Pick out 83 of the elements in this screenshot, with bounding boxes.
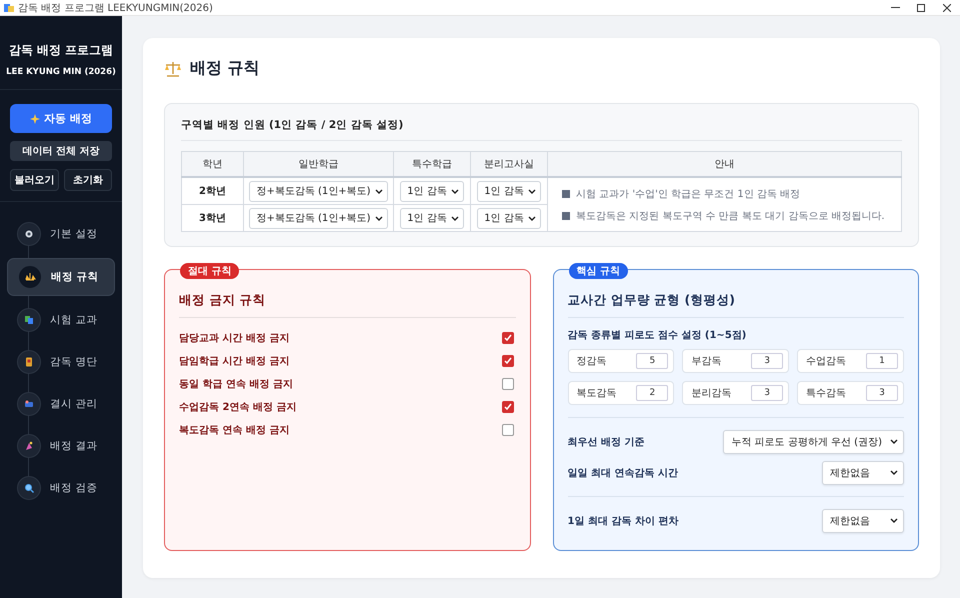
score-field[interactable]: 3	[751, 353, 784, 369]
fatigue-name: 수업감독	[806, 355, 846, 368]
nav-icon	[22, 313, 36, 327]
bullet-icon	[562, 212, 570, 220]
app-subtitle: LEE KYUNG MIN (2026)	[5, 67, 117, 77]
chevron-down-icon	[450, 188, 459, 194]
grade-cell: 2학년	[182, 177, 244, 204]
column-header: 안내	[548, 152, 902, 177]
rule-badge: 절대 규칙	[180, 263, 240, 279]
rule-label: 수업감독 2연속 배정 금지	[179, 400, 296, 414]
special-class-select[interactable]: 1인 감독	[400, 180, 464, 202]
setting-select[interactable]: 누적 피로도 공평하게 우선 (권장)	[723, 430, 904, 454]
score-field[interactable]: 1	[866, 353, 898, 369]
nav-item[interactable]: 배정 결과	[7, 428, 115, 464]
checkbox[interactable]	[502, 332, 514, 344]
fatigue-name: 특수감독	[806, 387, 846, 400]
maximize-icon[interactable]	[917, 4, 925, 12]
separate-room-select[interactable]: 1인 감독	[477, 180, 541, 202]
fatigue-name: 복도감독	[576, 387, 616, 400]
setting-select[interactable]: 제한없음	[822, 508, 904, 532]
nav-item[interactable]: 결시 관리	[7, 386, 115, 422]
general-class-select[interactable]: 정+복도감독 (1인+복도)	[249, 208, 388, 228]
score-field[interactable]: 2	[636, 385, 668, 401]
setting-select[interactable]: 제한없음	[822, 460, 904, 484]
rule-label: 복도감독 연속 배정 금지	[179, 424, 290, 436]
panel-title: 교사간 업무량 균형 (형평성)	[568, 292, 904, 318]
sparkle-icon	[30, 114, 40, 124]
column-header: 분리고사실	[470, 152, 548, 177]
rule-label: 담임학급 시간 배정 금지	[179, 354, 290, 368]
score-field[interactable]: 3	[751, 385, 784, 401]
nav-item[interactable]: 시험 교과	[7, 302, 115, 338]
separate-room-select[interactable]: 1인 감독	[477, 208, 541, 228]
minimize-icon[interactable]	[890, 7, 900, 8]
checkbox[interactable]	[502, 378, 514, 390]
section-title: 구역별 배정 인원 (1인 감독 / 2인 감독 설정)	[181, 118, 902, 141]
checkbox[interactable]	[502, 400, 514, 412]
setting-label: 1일 최대 감독 차이 편차	[568, 514, 678, 528]
chevron-down-icon	[890, 518, 898, 523]
window-title: 감독 배정 프로그램 LEEKYUNGMIN(2026)	[18, 2, 214, 14]
grade-cell: 3학년	[182, 204, 244, 232]
chevron-down-icon	[528, 188, 536, 194]
scales-icon	[164, 60, 182, 76]
nav-icon	[22, 481, 36, 495]
fatigue-label: 감독 종류별 피로도 점수 설정 (1~5점)	[568, 329, 748, 342]
chevron-down-icon	[528, 216, 536, 220]
guide-note: 시험 교과가 '수업'인 학급은 무조건 1인 감독 배정	[576, 188, 800, 200]
app-icon	[4, 2, 14, 12]
save-all-button[interactable]: 데이터 전체 저장	[10, 141, 112, 161]
chevron-down-icon	[374, 188, 383, 194]
nav-item[interactable]: 배정 검증	[7, 470, 115, 506]
app-title: 감독 배정 프로그램	[8, 42, 114, 59]
score-field[interactable]: 5	[636, 353, 668, 369]
close-icon[interactable]	[943, 4, 951, 12]
fatigue-name: 분리감독	[691, 387, 732, 400]
page-title: 배정 규칙	[190, 58, 260, 79]
general-class-select[interactable]: 정+복도감독 (1인+복도)	[249, 180, 388, 202]
rule-badge: 핵심 규칙	[568, 263, 628, 279]
checkbox[interactable]	[502, 354, 514, 366]
special-class-select[interactable]: 1인 감독	[400, 208, 464, 228]
reset-button[interactable]: 초기화	[64, 169, 112, 191]
column-header: 특수학급	[394, 152, 470, 177]
chevron-down-icon	[890, 470, 898, 475]
checkbox[interactable]	[502, 424, 514, 436]
rule-label: 동일 학급 연속 배정 금지	[179, 378, 293, 390]
load-button[interactable]: 불러오기	[10, 169, 58, 191]
auto-assign-button[interactable]: 자동 배정	[10, 104, 112, 133]
guide-note: 복도감독은 지정된 복도구역 수 만큼 복도 대기 감독으로 배정됩니다.	[576, 210, 885, 222]
bullet-icon	[562, 190, 570, 198]
column-header: 학년	[182, 152, 244, 177]
chevron-down-icon	[374, 216, 383, 220]
score-field[interactable]: 3	[866, 385, 898, 401]
panel-title: 배정 금지 규칙	[179, 292, 516, 318]
nav-item[interactable]: 기본 설정	[7, 216, 115, 252]
rule-label: 담당교과 시간 배정 금지	[179, 332, 290, 344]
setting-label: 일일 최대 연속감독 시간	[568, 466, 678, 480]
fatigue-name: 부감독	[691, 355, 722, 368]
nav-item[interactable]: 배정 규칙	[7, 258, 115, 296]
chevron-down-icon	[890, 439, 898, 444]
column-header: 일반학급	[244, 152, 394, 177]
fatigue-name: 정감독	[576, 355, 606, 368]
setting-label: 최우선 배정 기준	[568, 436, 644, 448]
nav-item[interactable]: 감독 명단	[7, 344, 115, 380]
chevron-down-icon	[450, 216, 459, 220]
